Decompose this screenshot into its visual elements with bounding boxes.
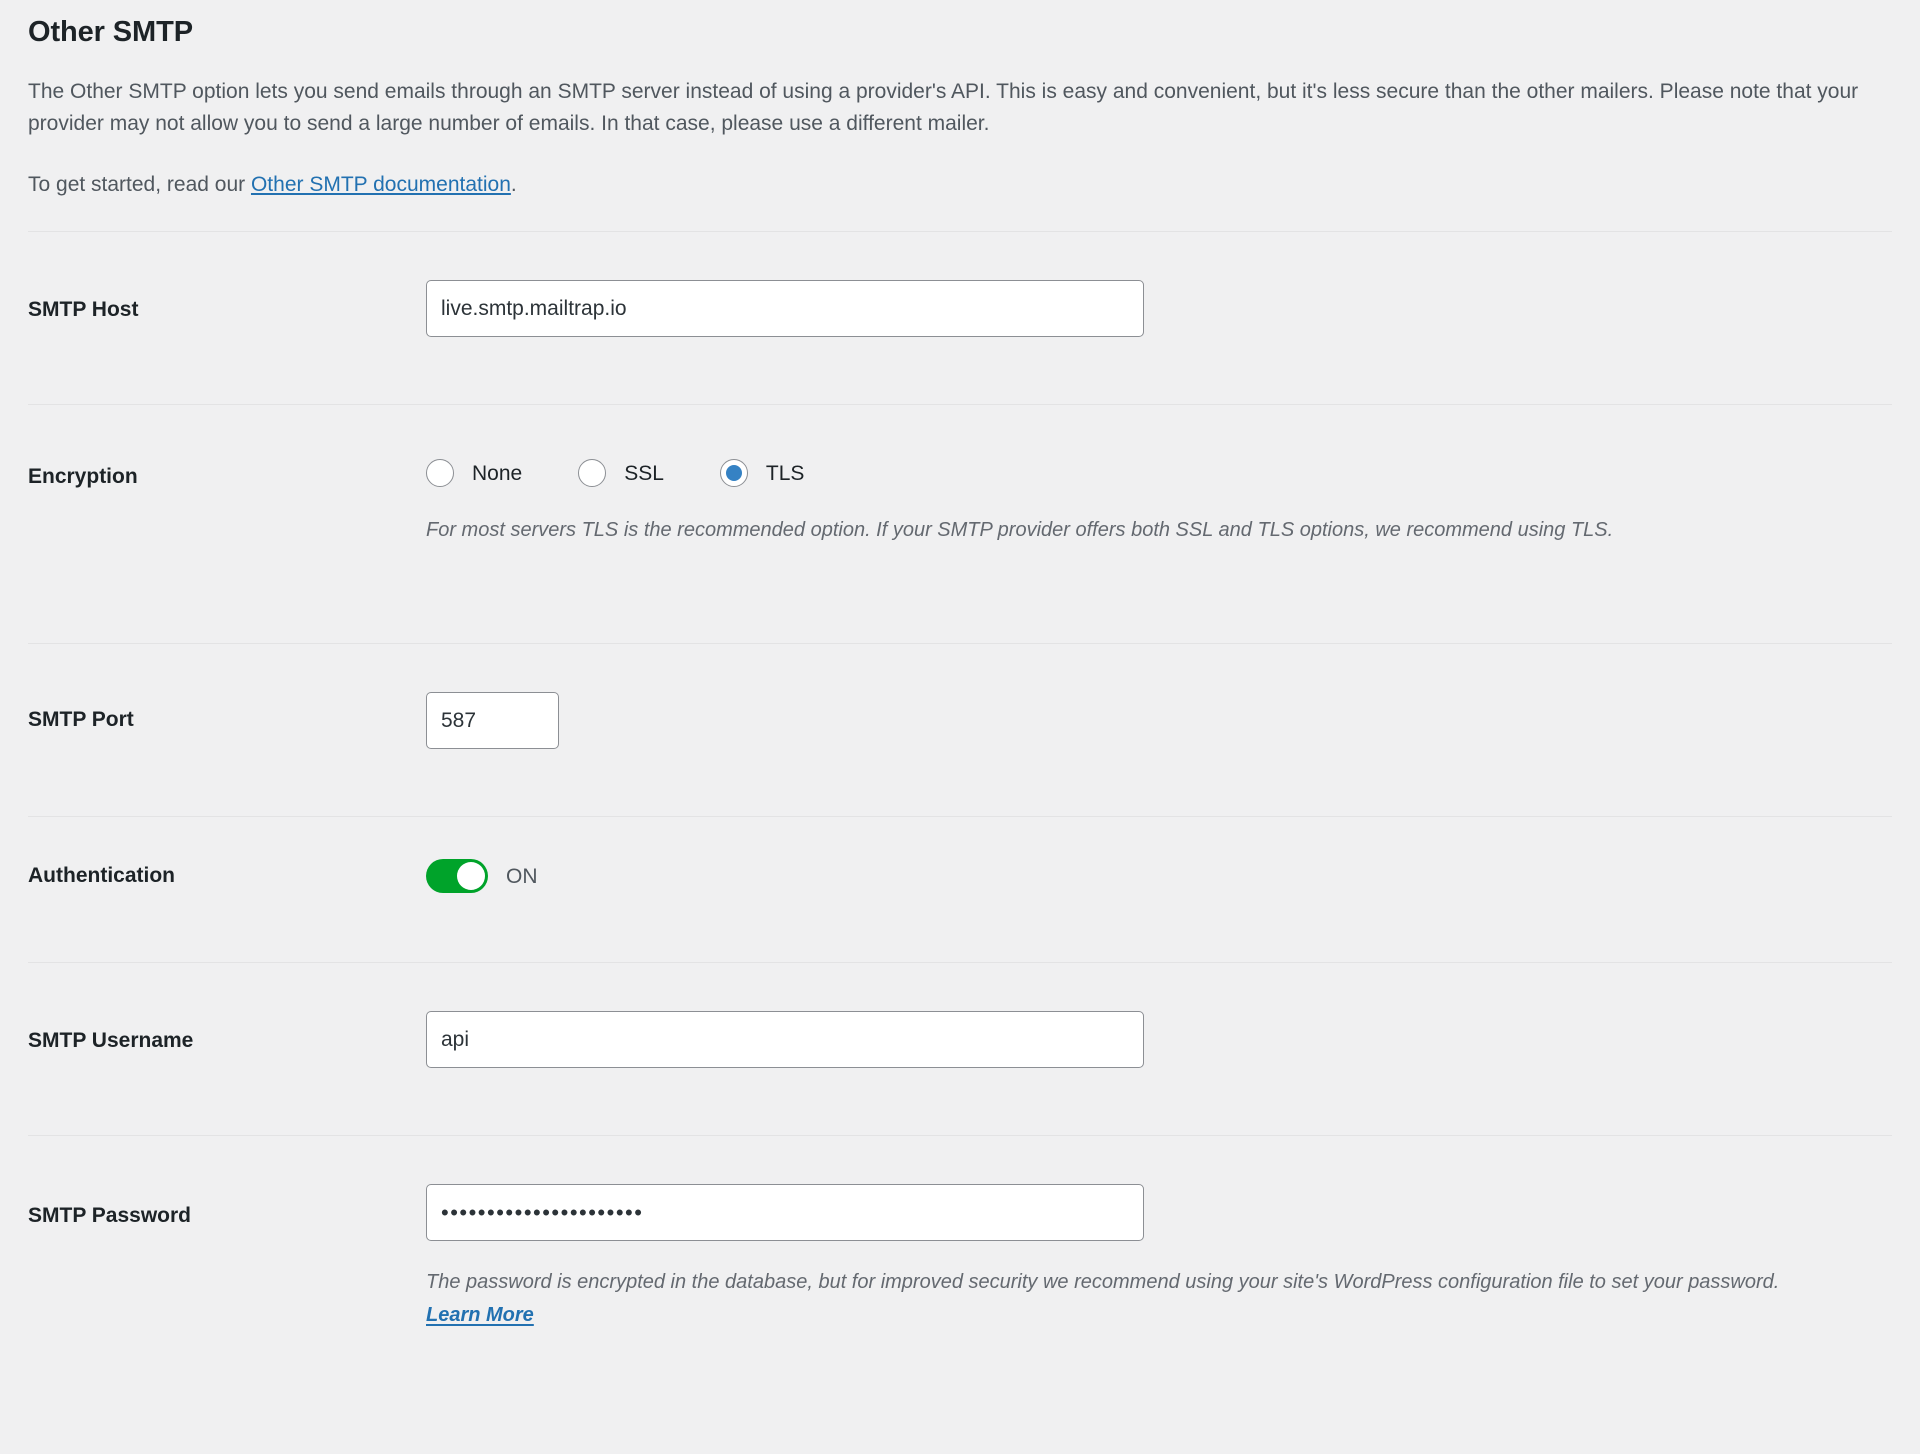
- authentication-field-wrap: ON: [426, 817, 1892, 894]
- smtp-port-row: SMTP Port: [28, 643, 1892, 816]
- smtp-host-input[interactable]: [426, 280, 1144, 338]
- smtp-host-field-wrap: [426, 232, 1892, 338]
- get-started-prefix: To get started, read our: [28, 172, 251, 196]
- authentication-toggle[interactable]: [426, 859, 488, 894]
- encryption-option-tls[interactable]: TLS: [719, 459, 805, 488]
- learn-more-link[interactable]: Learn More: [426, 1304, 534, 1327]
- smtp-password-input[interactable]: [426, 1184, 1144, 1242]
- encryption-field-wrap: None SSL TLS For most servers TLS is the…: [426, 405, 1892, 546]
- radio-icon-none[interactable]: [426, 459, 454, 488]
- authentication-state-label: ON: [506, 864, 538, 888]
- section-description: The Other SMTP option lets you send emai…: [28, 79, 1859, 136]
- smtp-password-label: SMTP Password: [28, 1204, 191, 1228]
- other-smtp-documentation-link[interactable]: Other SMTP documentation: [251, 173, 511, 196]
- smtp-port-field-wrap: [426, 644, 1892, 750]
- encryption-label: Encryption: [28, 465, 138, 489]
- encryption-option-none[interactable]: None: [426, 459, 523, 488]
- encryption-radio-group: None SSL TLS: [426, 453, 1892, 493]
- encryption-option-tls-label: TLS: [765, 461, 805, 485]
- encryption-option-none-label: None: [472, 461, 523, 485]
- get-started-line: To get started, read our Other SMTP docu…: [28, 141, 1892, 232]
- smtp-host-row: SMTP Host: [28, 231, 1892, 404]
- smtp-password-field-wrap: The password is encrypted in the databas…: [426, 1136, 1892, 1327]
- toggle-knob-icon: [457, 862, 485, 891]
- get-started-suffix: .: [510, 172, 517, 196]
- encryption-option-ssl-label: SSL: [624, 461, 664, 485]
- smtp-username-row: SMTP Username: [28, 962, 1892, 1135]
- encryption-help-text: For most servers TLS is the recommended …: [426, 519, 1614, 542]
- other-smtp-settings-page: Other SMTP The Other SMTP option lets yo…: [0, 0, 1920, 1454]
- smtp-username-label: SMTP Username: [28, 1029, 194, 1053]
- smtp-password-row: SMTP Password The password is encrypted …: [28, 1135, 1892, 1436]
- encryption-option-ssl[interactable]: SSL: [578, 459, 664, 488]
- smtp-password-help-text: The password is encrypted in the databas…: [426, 1271, 1780, 1294]
- page-title: Other SMTP: [28, 16, 193, 48]
- radio-icon-tls-selected[interactable]: [719, 459, 748, 488]
- authentication-toggle-wrap: ON: [426, 859, 1892, 894]
- smtp-host-label: SMTP Host: [28, 298, 139, 322]
- authentication-label: Authentication: [28, 864, 175, 888]
- smtp-username-field-wrap: [426, 963, 1892, 1069]
- encryption-row: Encryption None SSL TLS For most servers…: [28, 404, 1892, 643]
- smtp-port-label: SMTP Port: [28, 708, 134, 732]
- smtp-port-input[interactable]: [426, 692, 559, 750]
- smtp-username-input[interactable]: [426, 1011, 1144, 1069]
- authentication-row: Authentication ON: [28, 816, 1892, 962]
- radio-icon-ssl[interactable]: [578, 459, 607, 488]
